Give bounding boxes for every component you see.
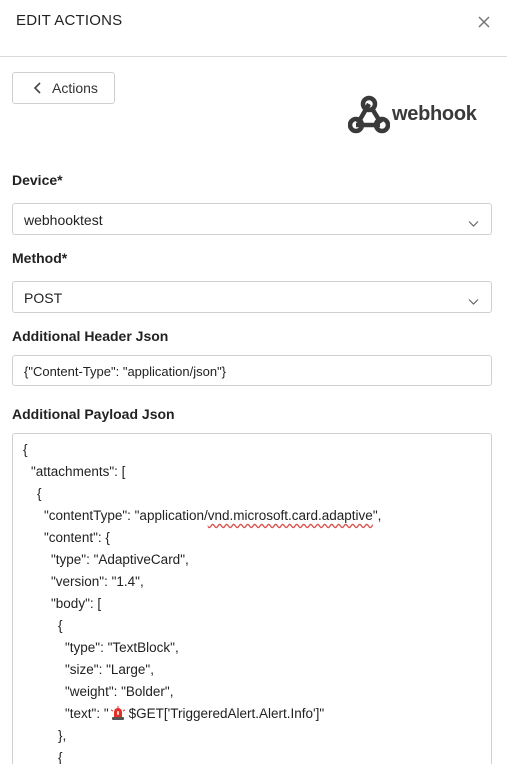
dialog-header: EDIT ACTIONS — [0, 0, 507, 57]
header-json-input[interactable]: {"Content-Type": "application/json"} — [12, 355, 492, 386]
code-line: { — [23, 442, 28, 457]
webhook-logo-text: webhook — [392, 103, 477, 125]
webhook-logo: webhook — [348, 95, 478, 135]
chevron-down-icon — [468, 215, 479, 227]
device-label: Device* — [12, 172, 63, 188]
webhook-logo-icon — [348, 95, 390, 134]
header-json-label: Additional Header Json — [12, 328, 169, 344]
code-text: "contentType": "application/ — [44, 508, 208, 523]
code-line: "type": "TextBlock", — [65, 640, 179, 655]
code-line: "type": "AdaptiveCard", — [51, 552, 189, 567]
back-to-actions-button[interactable]: Actions — [12, 72, 115, 104]
spellcheck-text: vnd.microsoft.card.adaptive — [207, 508, 373, 523]
code-line: "body": [ — [51, 596, 102, 611]
code-line: "attachments": [ — [31, 464, 126, 479]
dialog-title: EDIT ACTIONS — [16, 12, 123, 29]
code-line: "weight": "Bolder", — [65, 684, 174, 699]
method-value: POST — [24, 290, 63, 306]
payload-json-label: Additional Payload Json — [12, 406, 175, 422]
device-select[interactable]: webhooktest — [12, 203, 492, 235]
code-line: "contentType": "application/vnd.microsof… — [44, 508, 381, 523]
payload-json-textarea[interactable]: { "attachments": [ { "contentType": "app… — [12, 433, 492, 764]
method-label: Method* — [12, 250, 68, 266]
code-text: ", — [372, 508, 382, 523]
code-line: "text": " $GET['TriggeredAlert.Alert.Info… — [65, 706, 324, 721]
code-line: { — [58, 618, 63, 633]
code-line: "content": { — [44, 530, 110, 545]
header-json-value: {"Content-Type": "application/json"} — [24, 364, 227, 379]
code-line: "size": "Large", — [65, 662, 154, 677]
close-icon[interactable] — [475, 13, 493, 31]
code-line: "version": "1.4", — [51, 574, 144, 589]
code-line: { — [37, 486, 42, 501]
code-text: "text": " — [65, 706, 109, 721]
chevron-left-icon — [31, 81, 45, 95]
method-select[interactable]: POST — [12, 281, 492, 313]
code-text: $GET['TriggeredAlert.Alert.Info']" — [128, 706, 325, 721]
chevron-down-icon — [468, 293, 479, 305]
back-button-label: Actions — [52, 80, 98, 96]
device-value: webhooktest — [24, 212, 103, 228]
code-line: }, — [58, 728, 67, 743]
code-line: { — [58, 750, 63, 764]
siren-emoji-icon — [110, 706, 125, 720]
